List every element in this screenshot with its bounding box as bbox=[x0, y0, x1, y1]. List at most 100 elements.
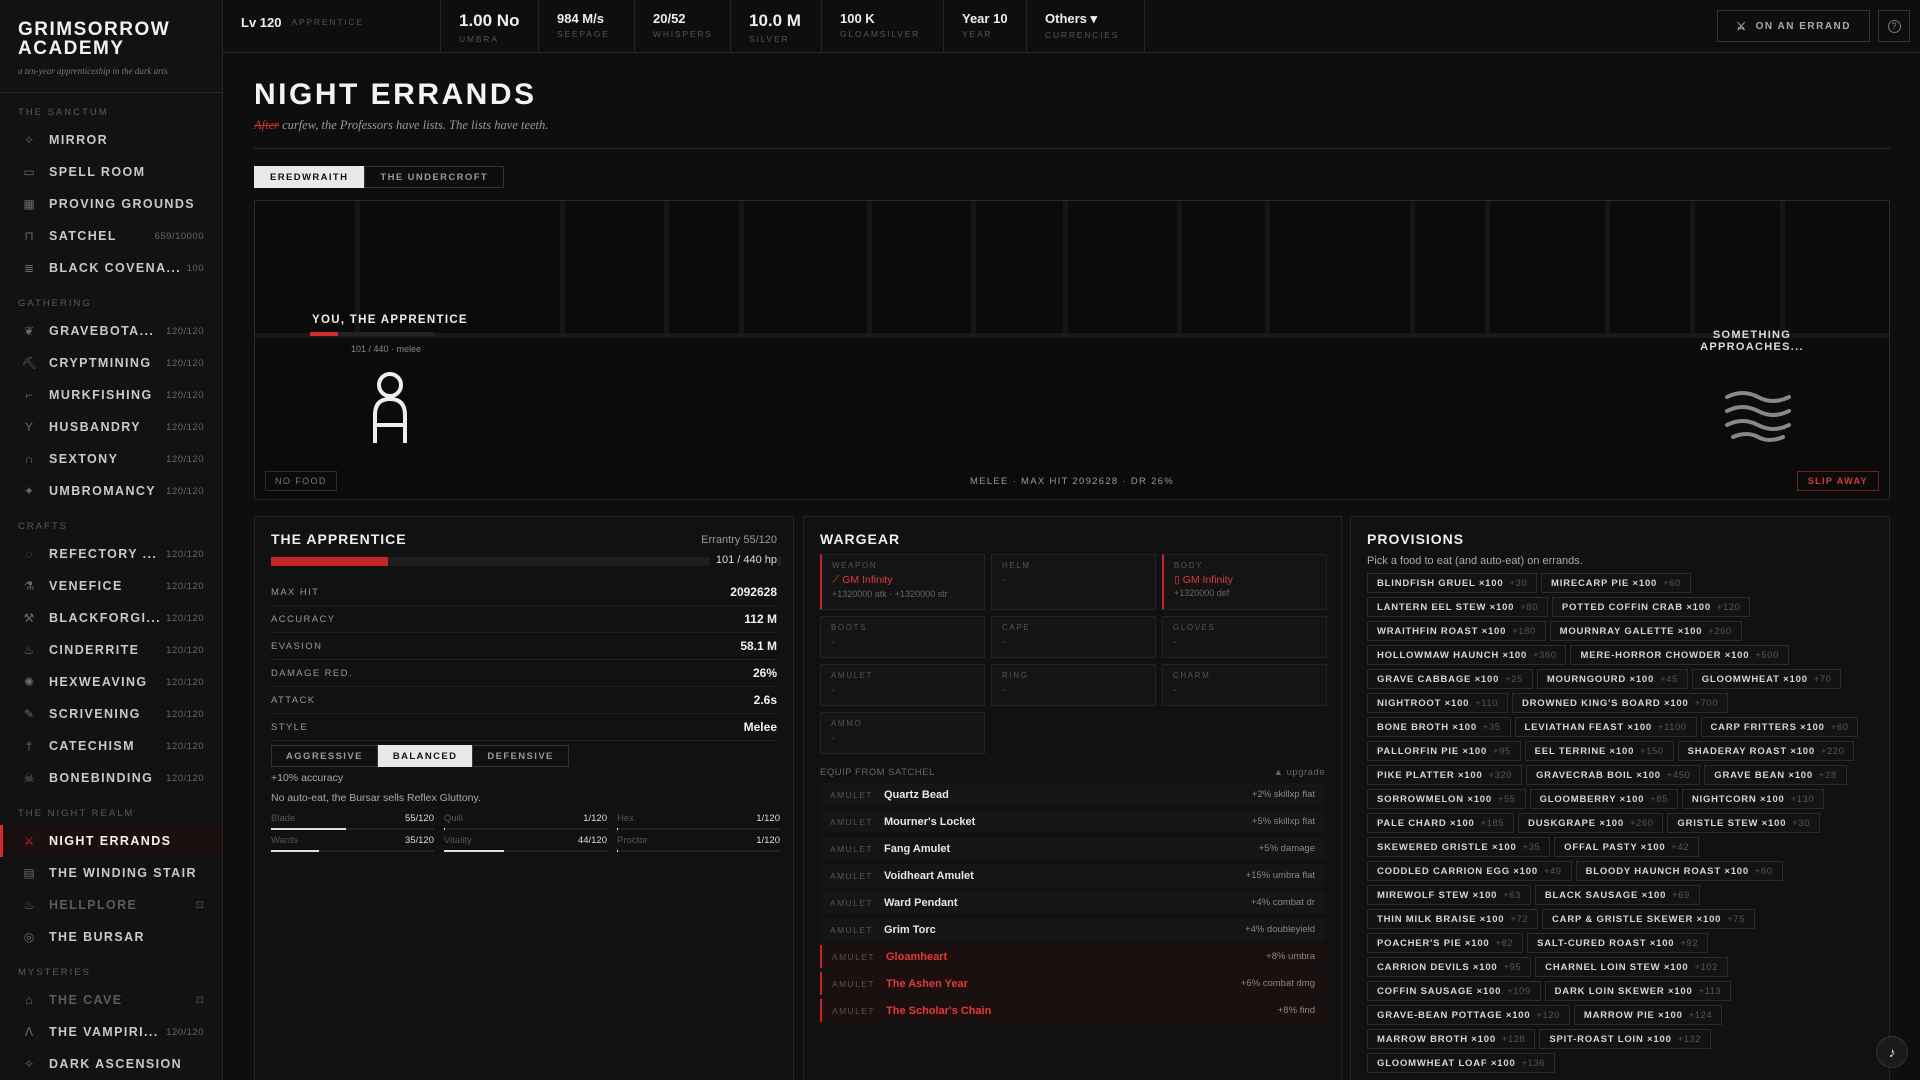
food-pallorfin-pie-100[interactable]: PALLORFIN PIE ×100 +95 bbox=[1367, 741, 1521, 761]
tab-eredwraith[interactable]: EREDWRAITH bbox=[254, 166, 365, 188]
food-gloomwheat-100[interactable]: GLOOMWHEAT ×100 +70 bbox=[1691, 669, 1842, 689]
style-tab-aggressive[interactable]: AGGRESSIVE bbox=[271, 745, 378, 767]
food-gloomwheat-loaf-100[interactable]: GLOOMWHEAT LOAF ×100 +136 bbox=[1367, 1053, 1555, 1073]
sidebar-item-black-covena[interactable]: ≣ BLACK COVENA... 100 bbox=[0, 252, 222, 284]
food-gravecrab-boil-100[interactable]: GRAVECRAB BOIL ×100 +450 bbox=[1525, 765, 1701, 785]
food-pike-platter-100[interactable]: PIKE PLATTER ×100 +320 bbox=[1367, 765, 1522, 785]
sidebar-item-hexweaving[interactable]: ✺ HEXWEAVING 120/120 bbox=[0, 666, 222, 698]
food-grave-cabbage-100[interactable]: GRAVE CABBAGE ×100 +25 bbox=[1367, 669, 1533, 689]
food-carp-fritters-100[interactable]: CARP FRITTERS ×100 +60 bbox=[1700, 717, 1859, 737]
food-poacher-s-pie-100[interactable]: POACHER'S PIE ×100 +82 bbox=[1367, 933, 1524, 953]
sidebar-item-bonebinding[interactable]: ☠ BONEBINDING 120/120 bbox=[0, 762, 222, 794]
food-duskgrape-100[interactable]: DUSKGRAPE ×100 +260 bbox=[1518, 813, 1664, 833]
food-leviathan-feast-100[interactable]: LEVIATHAN FEAST ×100 +1100 bbox=[1514, 717, 1697, 737]
food-mirecarp-pie-100[interactable]: MIRECARP PIE ×100 +60 bbox=[1541, 573, 1691, 593]
food-dark-loin-skewer-100[interactable]: DARK LOIN SKEWER ×100 +113 bbox=[1544, 981, 1732, 1001]
sidebar-item-murkfishing[interactable]: ⌐ MURKFISHING 120/120 bbox=[0, 379, 222, 411]
style-tab-defensive[interactable]: DEFENSIVE bbox=[472, 745, 569, 767]
food-skewered-gristle-100[interactable]: SKEWERED GRISTLE ×100 +35 bbox=[1367, 837, 1551, 857]
food-blindfish-gruel-100[interactable]: BLINDFISH GRUEL ×100 +30 bbox=[1367, 573, 1538, 593]
music-toggle-button[interactable]: ♪ bbox=[1876, 1036, 1908, 1068]
tab-the-undercroft[interactable]: THE UNDERCROFT bbox=[364, 166, 505, 188]
food-mournray-galette-100[interactable]: MOURNRAY GALETTE ×100 +260 bbox=[1549, 621, 1742, 641]
slip-away-button[interactable]: SLIP AWAY bbox=[1796, 471, 1879, 491]
style-tab-balanced[interactable]: BALANCED bbox=[377, 745, 473, 767]
food-salt-cured-roast-100[interactable]: SALT-CURED ROAST ×100 +92 bbox=[1527, 933, 1708, 953]
gear-slot-weapon[interactable]: WEAPON ⟋ GM Infinity +1320000 atk · +13200… bbox=[820, 554, 985, 610]
food-marrow-pie-100[interactable]: MARROW PIE ×100 +124 bbox=[1573, 1005, 1723, 1025]
sidebar-item-the-vampiri[interactable]: ᐱ THE VAMPIRI... 120/120 bbox=[0, 1016, 222, 1048]
sidebar-item-refectory[interactable]: ◌ REFECTORY ... 120/120 bbox=[0, 538, 222, 570]
gear-slot-charm[interactable]: CHARM - bbox=[1162, 664, 1327, 706]
food-hollowmaw-haunch-100[interactable]: HOLLOWMAW HAUNCH ×100 +360 bbox=[1367, 645, 1567, 665]
sidebar-item-blackforgi[interactable]: ⚒ BLACKFORGI... 120/120 bbox=[0, 602, 222, 634]
gear-slot-cape[interactable]: CAPE - bbox=[991, 616, 1156, 658]
food-grave-bean-pottage-100[interactable]: GRAVE-BEAN POTTAGE ×100 +120 bbox=[1367, 1005, 1570, 1025]
sidebar-item-scrivening[interactable]: ✎ SCRIVENING 120/120 bbox=[0, 698, 222, 730]
sidebar-item-hellplore[interactable]: ♨ HELLPLORE ⊡ bbox=[0, 889, 222, 921]
equip-item-ward-pendant[interactable]: AMULET Ward Pendant +4% combat dr bbox=[820, 891, 1325, 914]
equip-item-mourner-s-locket[interactable]: AMULET Mourner's Locket +5% skillxp flat bbox=[820, 810, 1325, 833]
food-wraithfin-roast-100[interactable]: WRAITHFIN ROAST ×100 +180 bbox=[1367, 621, 1546, 641]
sidebar-item-husbandry[interactable]: Y HUSBANDRY 120/120 bbox=[0, 411, 222, 443]
food-marrow-broth-100[interactable]: MARROW BROTH ×100 +128 bbox=[1367, 1029, 1536, 1049]
equip-item-the-ashen-year[interactable]: AMULET The Ashen Year +6% combat dmg bbox=[820, 972, 1325, 995]
food-eel-terrine-100[interactable]: EEL TERRINE ×100 +150 bbox=[1524, 741, 1674, 761]
food-charnel-loin-stew-100[interactable]: CHARNEL LOIN STEW ×100 +102 bbox=[1535, 957, 1728, 977]
food-gristle-stew-100[interactable]: GRISTLE STEW ×100 +30 bbox=[1667, 813, 1820, 833]
gear-slot-amulet[interactable]: AMULET - bbox=[820, 664, 985, 706]
food-thin-milk-braise-100[interactable]: THIN MILK BRAISE ×100 +72 bbox=[1367, 909, 1539, 929]
food-mere-horror-chowder-100[interactable]: MERE-HORROR CHOWDER ×100 +500 bbox=[1570, 645, 1789, 665]
gear-slot-boots[interactable]: BOOTS - bbox=[820, 616, 985, 658]
food-drowned-king-s-board-100[interactable]: DROWNED KING'S BOARD ×100 +700 bbox=[1511, 693, 1728, 713]
sidebar-item-cryptmining[interactable]: ⛏ CRYPTMINING 120/120 bbox=[0, 347, 222, 379]
food-sorrowmelon-100[interactable]: SORROWMELON ×100 +55 bbox=[1367, 789, 1526, 809]
sidebar-item-cinderrite[interactable]: ♨ CINDERRITE 120/120 bbox=[0, 634, 222, 666]
food-gloomberry-100[interactable]: GLOOMBERRY ×100 +85 bbox=[1529, 789, 1678, 809]
sidebar-item-catechism[interactable]: † CATECHISM 120/120 bbox=[0, 730, 222, 762]
sidebar-item-night-errands[interactable]: ⚔ NIGHT ERRANDS bbox=[0, 825, 222, 857]
equip-item-quartz-bead[interactable]: AMULET Quartz Bead +2% skillxp flat bbox=[820, 783, 1325, 806]
sidebar-item-dark-ascension[interactable]: ✧ DARK ASCENSION bbox=[0, 1048, 222, 1080]
food-lantern-eel-stew-100[interactable]: LANTERN EEL STEW ×100 +80 bbox=[1367, 597, 1548, 617]
food-offal-pasty-100[interactable]: OFFAL PASTY ×100 +42 bbox=[1554, 837, 1700, 857]
food-pale-chard-100[interactable]: PALE CHARD ×100 +185 bbox=[1367, 813, 1515, 833]
gear-slot-body[interactable]: BODY ▯ GM Infinity +1320000 def bbox=[1162, 554, 1327, 610]
food-bloody-haunch-roast-100[interactable]: BLOODY HAUNCH ROAST ×100 +60 bbox=[1575, 861, 1783, 881]
food-mirewolf-stew-100[interactable]: MIREWOLF STEW ×100 +63 bbox=[1367, 885, 1531, 905]
equip-item-gloamheart[interactable]: AMULET Gloamheart +8% umbra bbox=[820, 945, 1325, 968]
sidebar-item-spell-room[interactable]: ▭ SPELL ROOM bbox=[0, 156, 222, 188]
sidebar-item-umbromancy[interactable]: ✦ UMBROMANCY 120/120 bbox=[0, 475, 222, 507]
sidebar-item-the-cave[interactable]: ⌂ THE CAVE ⊡ bbox=[0, 984, 222, 1016]
gear-slot-ammo[interactable]: AMMO - bbox=[820, 712, 985, 754]
sidebar-item-mirror[interactable]: ✧ MIRROR bbox=[0, 124, 222, 156]
food-bone-broth-100[interactable]: BONE BROTH ×100 +35 bbox=[1367, 717, 1511, 737]
sidebar-item-satchel[interactable]: ⊓ SATCHEL 659/10000 bbox=[0, 220, 222, 252]
food-black-sausage-100[interactable]: BLACK SAUSAGE ×100 +69 bbox=[1534, 885, 1700, 905]
food-grave-bean-100[interactable]: GRAVE BEAN ×100 +28 bbox=[1704, 765, 1847, 785]
equip-item-grim-torc[interactable]: AMULET Grim Torc +4% doubleyield bbox=[820, 918, 1325, 941]
stat-currencies[interactable]: Others ▾ CURRENCIES bbox=[1027, 0, 1145, 52]
on-errand-button[interactable]: ⚔ ON AN ERRAND bbox=[1717, 10, 1870, 42]
gear-slot-helm[interactable]: HELM - bbox=[991, 554, 1156, 610]
sidebar-item-venefice[interactable]: ⚗ VENEFICE 120/120 bbox=[0, 570, 222, 602]
food-carrion-devils-100[interactable]: CARRION DEVILS ×100 +95 bbox=[1367, 957, 1532, 977]
sidebar-item-sextony[interactable]: ∩ SEXTONY 120/120 bbox=[0, 443, 222, 475]
equip-item-the-scholar-s-chain[interactable]: AMULET The Scholar's Chain +8% find bbox=[820, 999, 1325, 1022]
food-mourngourd-100[interactable]: MOURNGOURD ×100 +45 bbox=[1536, 669, 1688, 689]
gear-slot-ring[interactable]: RING - bbox=[991, 664, 1156, 706]
food-spit-roast-loin-100[interactable]: SPIT-ROAST LOIN ×100 +132 bbox=[1539, 1029, 1712, 1049]
gear-slot-gloves[interactable]: GLOVES - bbox=[1162, 616, 1327, 658]
sidebar-item-proving-grounds[interactable]: ▦ PROVING GROUNDS bbox=[0, 188, 222, 220]
food-shaderay-roast-100[interactable]: SHADERAY ROAST ×100 +220 bbox=[1677, 741, 1855, 761]
help-button[interactable]: ? bbox=[1878, 10, 1910, 42]
equip-item-fang-amulet[interactable]: AMULET Fang Amulet +5% damage bbox=[820, 837, 1325, 860]
food-coddled-carrion-egg-100[interactable]: CODDLED CARRION EGG ×100 +49 bbox=[1367, 861, 1572, 881]
sidebar-item-gravebota[interactable]: ❦ GRAVEBOTA... 120/120 bbox=[0, 315, 222, 347]
food-nightcorn-100[interactable]: NIGHTCORN ×100 +130 bbox=[1681, 789, 1825, 809]
food-potted-coffin-crab-100[interactable]: POTTED COFFIN CRAB ×100 +120 bbox=[1551, 597, 1751, 617]
food-nightroot-100[interactable]: NIGHTROOT ×100 +110 bbox=[1367, 693, 1508, 713]
sidebar-item-the-bursar[interactable]: ◎ THE BURSAR bbox=[0, 921, 222, 953]
sidebar-item-the-winding-stair[interactable]: ▤ THE WINDING STAIR bbox=[0, 857, 222, 889]
equip-item-voidheart-amulet[interactable]: AMULET Voidheart Amulet +15% umbra flat bbox=[820, 864, 1325, 887]
